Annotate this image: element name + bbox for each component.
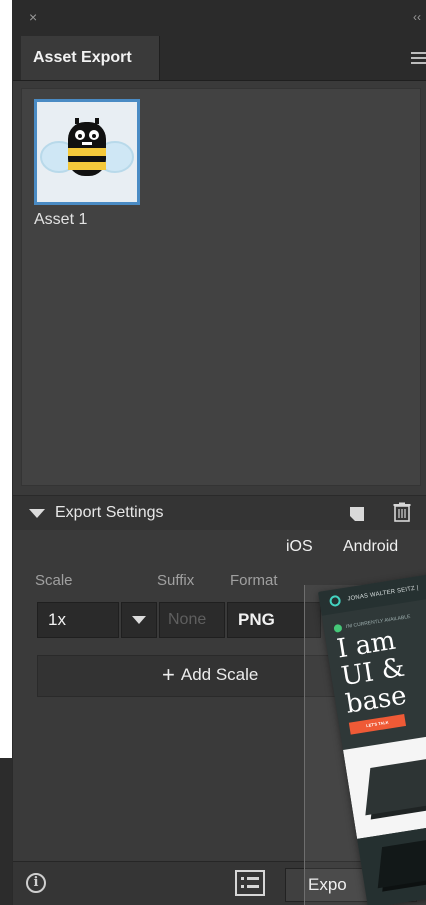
list-icon[interactable]: [235, 870, 265, 896]
column-suffix-label: Suffix: [157, 572, 195, 589]
close-icon[interactable]: ×: [29, 10, 37, 24]
tab-title: Asset Export: [33, 49, 132, 66]
preview-nav-text: JONAS WALTER SEITZ |: [347, 585, 420, 603]
plus-icon: +: [162, 661, 175, 687]
panel-menu-icon[interactable]: [411, 52, 426, 64]
device-mockup-image: [377, 836, 426, 889]
chevron-down-icon: [132, 616, 146, 624]
triangle-down-icon: [29, 508, 45, 518]
platform-row: iOS Android: [13, 530, 426, 564]
background-window-edge: [0, 758, 12, 905]
export-settings-header: Export Settings: [13, 495, 426, 531]
asset-thumbnail[interactable]: [34, 99, 140, 205]
tab-asset-export[interactable]: Asset Export: [21, 36, 160, 80]
logo-icon: [328, 594, 342, 608]
platform-ios-button[interactable]: iOS: [286, 537, 313, 557]
asset-label[interactable]: Asset 1: [34, 211, 87, 229]
device-mockup-image: [365, 756, 426, 816]
trash-icon[interactable]: [393, 502, 411, 522]
scale-dropdown-button[interactable]: [121, 602, 157, 638]
add-scale-label: Add Scale: [180, 665, 259, 684]
scale-input[interactable]: 1x: [37, 602, 119, 638]
export-settings-title: Export Settings: [55, 504, 164, 521]
asset-grid: Asset 1: [21, 88, 421, 486]
column-scale-label: Scale: [35, 572, 73, 589]
new-preset-icon[interactable]: [350, 507, 364, 521]
column-format-label: Format: [230, 572, 278, 589]
panel-titlebar: × ‹‹: [13, 0, 426, 37]
collapse-icon[interactable]: ‹‹: [413, 10, 421, 24]
bee-icon: [37, 102, 137, 202]
preview-mockup-section: [343, 727, 426, 839]
check-icon: [333, 623, 343, 633]
tab-row: Asset Export: [13, 36, 426, 81]
platform-android-button[interactable]: Android: [343, 537, 398, 557]
suffix-input[interactable]: None: [159, 602, 225, 638]
screen: × ‹‹ Asset Export Asset 1 Export Setting…: [0, 0, 426, 905]
add-scale-content: + Add Scale: [162, 661, 259, 687]
info-icon[interactable]: i: [26, 873, 46, 893]
export-settings-toggle[interactable]: Export Settings: [29, 502, 164, 524]
